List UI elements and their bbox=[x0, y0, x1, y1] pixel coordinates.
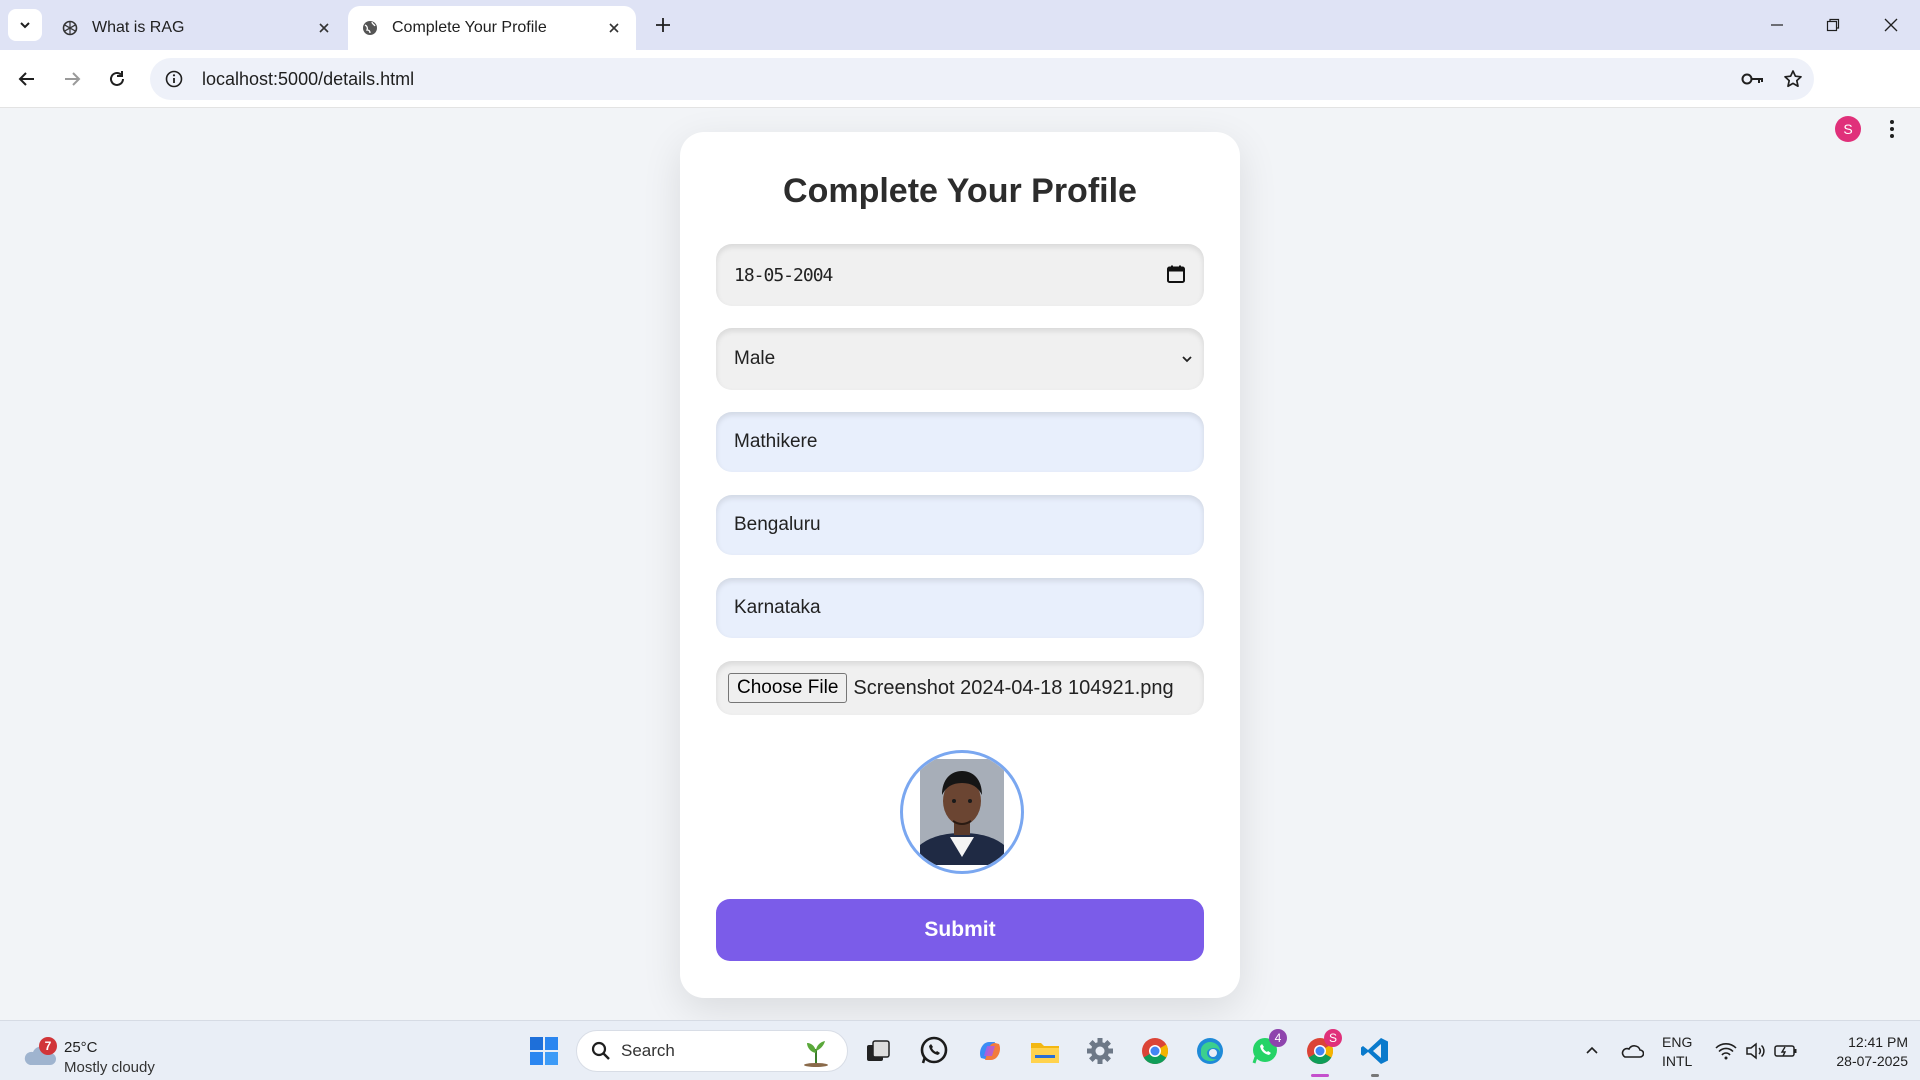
minimize-icon bbox=[1771, 24, 1783, 26]
photo-file-input[interactable]: Choose File Screenshot 2024-04-18 104921… bbox=[716, 661, 1204, 715]
key-icon[interactable] bbox=[1740, 67, 1766, 91]
forward-button[interactable] bbox=[55, 62, 89, 96]
copilot-icon[interactable] bbox=[972, 1033, 1008, 1069]
weather-temp: 25°C bbox=[64, 1039, 98, 1056]
reload-icon bbox=[110, 71, 124, 86]
active-indicator bbox=[1311, 1074, 1329, 1077]
vscode-icon[interactable] bbox=[1357, 1033, 1393, 1077]
language-line: ENG bbox=[1662, 1034, 1693, 1050]
weather-widget[interactable]: 7 25°C Mostly cloudy bbox=[22, 1029, 182, 1076]
profile-avatar[interactable]: S bbox=[1835, 116, 1861, 142]
chevron-down-icon bbox=[20, 22, 30, 29]
dob-input[interactable]: 18-05-2004 bbox=[716, 244, 1204, 306]
chrome-active-icon[interactable]: S bbox=[1302, 1029, 1342, 1077]
profile-card: Complete Your Profile 18-05-2004 Male Ma… bbox=[680, 132, 1240, 998]
tab-search-button[interactable] bbox=[8, 9, 42, 41]
layout-line: INTL bbox=[1662, 1053, 1693, 1069]
wifi-icon[interactable] bbox=[1714, 1039, 1738, 1063]
gender-select[interactable]: Male bbox=[716, 328, 1204, 390]
taskbar: 7 25°C Mostly cloudy Search 4 S ENG INTL… bbox=[0, 1020, 1920, 1080]
taskbar-search[interactable]: Search bbox=[576, 1030, 848, 1072]
state-input[interactable]: Karnataka bbox=[716, 578, 1204, 638]
close-window-button[interactable] bbox=[1876, 10, 1906, 40]
browser-toolbar: localhost:5000/details.html S bbox=[0, 50, 1920, 142]
restore-icon bbox=[1826, 18, 1840, 32]
weather-desc: Mostly cloudy bbox=[64, 1059, 155, 1076]
profile-badge: S bbox=[1324, 1029, 1342, 1047]
windows-start-icon[interactable] bbox=[526, 1033, 562, 1069]
arrow-left-icon bbox=[18, 72, 34, 86]
open-indicator bbox=[1371, 1074, 1379, 1077]
submit-button[interactable]: Submit bbox=[716, 899, 1204, 961]
clock-time: 12:41 PM bbox=[1848, 1034, 1908, 1050]
area-input[interactable]: Mathikere bbox=[716, 412, 1204, 472]
system-clock[interactable]: 12:41 PM 28-07-2025 bbox=[1812, 1033, 1908, 1071]
language-indicator[interactable]: ENG INTL bbox=[1662, 1033, 1692, 1071]
gender-value: Male bbox=[734, 348, 776, 369]
back-button[interactable] bbox=[10, 62, 44, 96]
minimize-button[interactable] bbox=[1762, 10, 1792, 40]
clock-date: 28-07-2025 bbox=[1836, 1053, 1908, 1069]
state-value: Karnataka bbox=[734, 597, 821, 618]
star-icon[interactable] bbox=[1780, 67, 1806, 91]
chevron-up-icon[interactable] bbox=[1580, 1039, 1604, 1063]
profile-photo-preview bbox=[900, 750, 1024, 874]
close-icon[interactable] bbox=[314, 18, 334, 38]
whatsapp-business-icon[interactable]: 4 bbox=[1247, 1029, 1287, 1069]
globe-icon bbox=[360, 18, 380, 38]
chrome-icon[interactable] bbox=[1137, 1033, 1173, 1069]
new-tab-button[interactable] bbox=[650, 12, 676, 38]
choose-file-button[interactable]: Choose File bbox=[728, 673, 848, 703]
volume-icon[interactable] bbox=[1744, 1039, 1768, 1063]
area-value: Mathikere bbox=[734, 431, 818, 452]
tab-title: What is RAG bbox=[92, 19, 185, 36]
arrow-right-icon bbox=[65, 72, 81, 86]
battery-icon[interactable] bbox=[1774, 1039, 1798, 1063]
search-label: Search bbox=[621, 1041, 675, 1060]
dob-value: 18-05-2004 bbox=[734, 264, 833, 286]
onedrive-icon[interactable] bbox=[1620, 1039, 1644, 1063]
url-text[interactable]: localhost:5000/details.html bbox=[202, 69, 414, 90]
search-icon bbox=[591, 1041, 610, 1060]
city-input[interactable]: Bengaluru bbox=[716, 495, 1204, 555]
plant-icon bbox=[804, 1041, 828, 1067]
notification-badge: 4 bbox=[1269, 1029, 1287, 1047]
profile-photo bbox=[920, 759, 1004, 865]
info-icon[interactable] bbox=[162, 67, 186, 91]
calendar-icon[interactable] bbox=[1166, 264, 1186, 284]
edge-icon[interactable] bbox=[1192, 1033, 1228, 1069]
more-menu-icon[interactable] bbox=[1882, 116, 1902, 142]
tab-title: Complete Your Profile bbox=[392, 19, 547, 36]
tab-what-is-rag[interactable]: What is RAG bbox=[48, 6, 346, 50]
whatsapp-icon[interactable] bbox=[916, 1033, 952, 1069]
task-view-icon[interactable] bbox=[860, 1033, 896, 1069]
restore-button[interactable] bbox=[1818, 10, 1848, 40]
address-bar[interactable]: localhost:5000/details.html bbox=[150, 58, 1814, 100]
close-icon[interactable] bbox=[604, 18, 624, 38]
notification-badge: 7 bbox=[39, 1037, 57, 1055]
tab-complete-your-profile[interactable]: Complete Your Profile bbox=[348, 6, 636, 50]
settings-icon[interactable] bbox=[1082, 1033, 1118, 1069]
tab-strip: What is RAG Complete Your Profile bbox=[0, 0, 1920, 50]
plus-icon bbox=[656, 18, 670, 32]
file-explorer-icon[interactable] bbox=[1027, 1033, 1063, 1069]
close-icon bbox=[1884, 18, 1898, 32]
chevron-down-icon bbox=[1182, 356, 1192, 363]
page-title: Complete Your Profile bbox=[783, 172, 1137, 210]
city-value: Bengaluru bbox=[734, 514, 821, 535]
openai-icon bbox=[60, 18, 80, 38]
reload-button[interactable] bbox=[100, 62, 134, 96]
file-name: Screenshot 2024-04-18 104921.png bbox=[853, 676, 1174, 699]
